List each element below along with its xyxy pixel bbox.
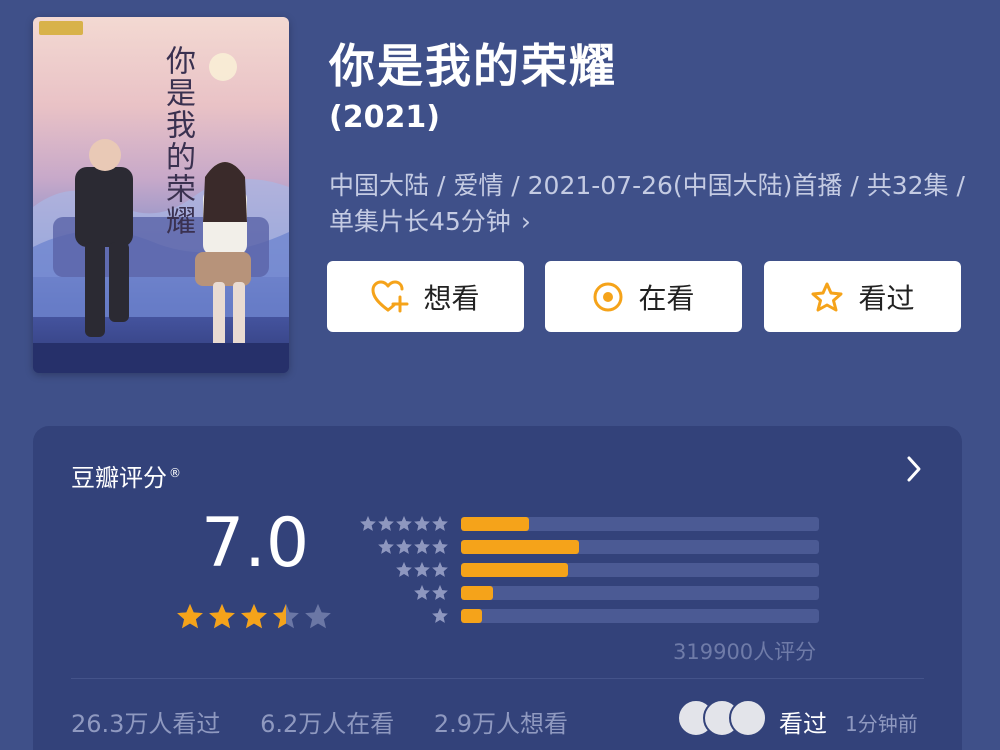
small-star-icon bbox=[396, 538, 412, 554]
small-star-icon bbox=[378, 538, 394, 554]
friend-avatars[interactable] bbox=[677, 699, 769, 739]
rating-distribution bbox=[359, 512, 819, 627]
poster-title: 你是我的荣耀 bbox=[160, 45, 195, 237]
rating-count: 319900人评分 bbox=[673, 640, 817, 664]
want-label: 想看 bbox=[423, 281, 480, 315]
distribution-bar-track bbox=[461, 562, 819, 577]
small-star-icon bbox=[396, 515, 412, 531]
score-star-icon bbox=[209, 603, 235, 629]
distribution-stars bbox=[359, 515, 449, 533]
distribution-bar-fill bbox=[461, 516, 530, 531]
distribution-stars bbox=[359, 607, 449, 625]
distribution-bar-fill bbox=[461, 608, 483, 623]
small-star-icon bbox=[378, 515, 394, 531]
rating-card[interactable]: 豆瓣评分 ® 7.0 319900人评分 26.3万人看过 6.2万人在看 2.9… bbox=[33, 426, 962, 750]
rating-section-title: 豆瓣评分 ® bbox=[71, 458, 181, 493]
release-year: (2021) bbox=[329, 100, 440, 135]
watching-count: 6.2万人在看 bbox=[260, 710, 395, 738]
avatar bbox=[729, 699, 767, 737]
distribution-bar-fill bbox=[461, 539, 580, 554]
score-star-icon bbox=[305, 603, 331, 629]
score-star-icon bbox=[177, 603, 203, 629]
small-star-icon bbox=[432, 538, 448, 554]
distribution-stars bbox=[359, 538, 449, 556]
activity-time: 1分钟前 bbox=[845, 712, 918, 736]
watching-button[interactable]: 在看 bbox=[545, 261, 742, 332]
distribution-bar-track bbox=[461, 608, 819, 623]
watched-button[interactable]: 看过 bbox=[764, 261, 961, 332]
poster-image[interactable]: 你是我的荣耀 bbox=[33, 17, 289, 373]
want-button[interactable]: 想看 bbox=[327, 261, 524, 332]
poster-badge bbox=[39, 21, 83, 35]
distribution-bar-track bbox=[461, 516, 819, 531]
activity-label: 看过 bbox=[779, 710, 827, 738]
target-icon bbox=[593, 282, 623, 311]
distribution-stars bbox=[359, 584, 449, 602]
page-title: 你是我的荣耀 bbox=[329, 39, 617, 93]
small-star-icon bbox=[414, 584, 430, 600]
chevron-right-icon: › bbox=[520, 207, 531, 236]
movie-meta-link[interactable]: 中国大陆 / 爱情 / 2021-07-26(中国大陆)首播 / 共32集 / … bbox=[329, 168, 969, 240]
divider bbox=[71, 678, 924, 679]
distribution-bar-track bbox=[461, 585, 819, 600]
movie-meta-text: 中国大陆 / 爱情 / 2021-07-26(中国大陆)首播 / 共32集 / … bbox=[329, 171, 965, 236]
distribution-row-2 bbox=[359, 581, 819, 604]
small-star-icon bbox=[414, 515, 430, 531]
distribution-bar-fill bbox=[461, 562, 569, 577]
distribution-bar-fill bbox=[461, 585, 494, 600]
small-star-icon bbox=[432, 607, 448, 623]
poster-logo-strip bbox=[33, 343, 289, 373]
small-star-icon bbox=[396, 561, 412, 577]
small-star-icon bbox=[432, 584, 448, 600]
registered-mark: ® bbox=[169, 466, 181, 480]
score-star-icon bbox=[241, 603, 267, 629]
small-star-icon bbox=[432, 515, 448, 531]
want-count: 2.9万人想看 bbox=[433, 710, 569, 738]
distribution-stars bbox=[359, 561, 449, 579]
small-star-icon bbox=[414, 538, 430, 554]
distribution-row-5 bbox=[359, 512, 819, 535]
rating-score: 7.0 bbox=[201, 504, 310, 583]
distribution-bar-track bbox=[461, 539, 819, 554]
watching-label: 在看 bbox=[638, 281, 695, 315]
watched-label: 看过 bbox=[858, 281, 915, 315]
star-icon bbox=[811, 282, 843, 311]
distribution-row-3 bbox=[359, 558, 819, 581]
chevron-right-icon[interactable] bbox=[904, 454, 924, 484]
small-star-icon bbox=[360, 515, 376, 531]
small-star-icon bbox=[432, 561, 448, 577]
heart-plus-icon bbox=[371, 280, 409, 312]
stats-row: 26.3万人看过 6.2万人在看 2.9万人想看 bbox=[71, 704, 600, 739]
distribution-row-1 bbox=[359, 604, 819, 627]
watched-count: 26.3万人看过 bbox=[71, 710, 221, 738]
small-star-icon bbox=[414, 561, 430, 577]
distribution-row-4 bbox=[359, 535, 819, 558]
rating-title-text: 豆瓣评分 bbox=[71, 464, 167, 492]
score-stars bbox=[175, 602, 333, 632]
score-star-icon bbox=[273, 603, 299, 629]
